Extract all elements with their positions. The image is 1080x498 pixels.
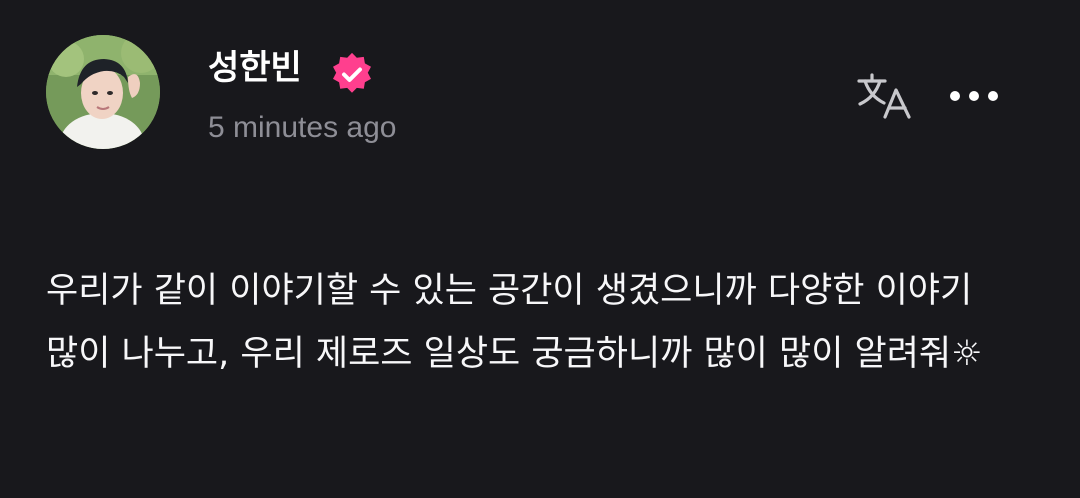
more-options-icon[interactable] [944,76,1008,116]
author-avatar[interactable] [46,35,160,149]
post-timestamp: 5 minutes ago [208,111,397,144]
translate-icon[interactable] [854,70,916,122]
post-card: 성한빈 5 minutes ago 우리가 같이 이야기할 수 있는 공간이 생… [0,0,1080,498]
avatar-image [46,35,160,149]
post-body: 우리가 같이 이야기할 수 있는 공간이 생겼으니까 다양한 이야기 많이 나누… [46,271,983,374]
author-name[interactable]: 성한빈 [208,44,302,92]
verified-badge-icon [333,52,371,93]
